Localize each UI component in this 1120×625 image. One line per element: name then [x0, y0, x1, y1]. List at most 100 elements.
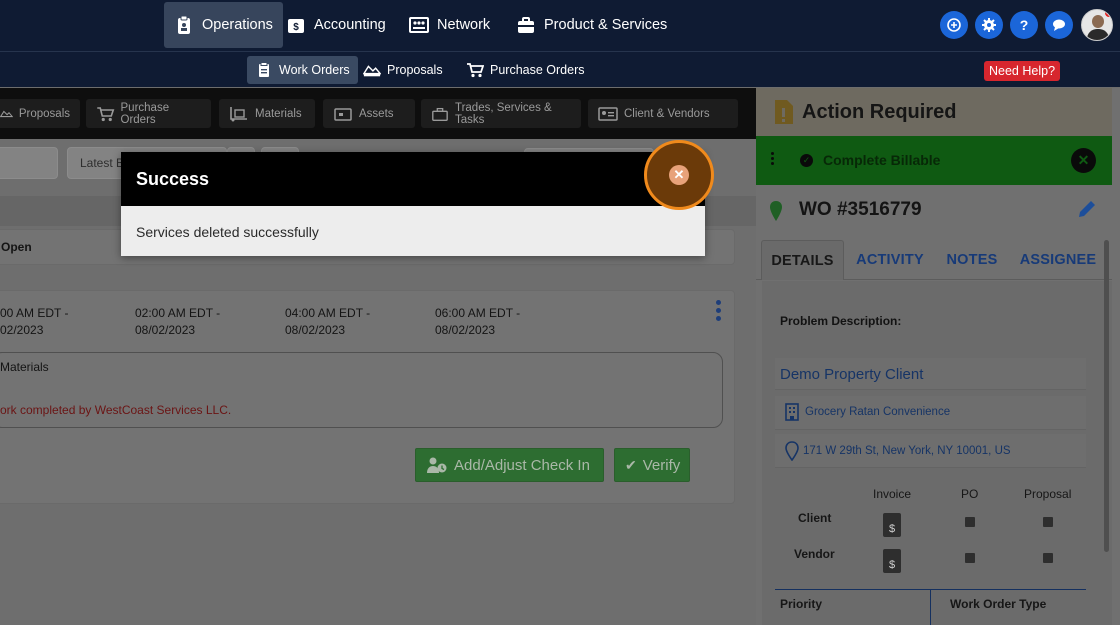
search-field[interactable]: [0, 147, 58, 179]
avatar[interactable]: [1081, 9, 1113, 41]
close-glyph: ✕: [673, 167, 685, 182]
nav-operations[interactable]: Operations: [164, 2, 283, 48]
time-3: 06:00 AM EDT -: [435, 306, 521, 320]
nav-product-services-label: Product & Services: [544, 17, 668, 33]
date-3: 08/02/2023: [435, 323, 496, 337]
add-adjust-checkin-button[interactable]: Add/Adjust Check In: [415, 448, 604, 482]
tab-assignee-label: ASSIGNEE: [1019, 252, 1097, 268]
briefcase-icon: [432, 107, 448, 121]
tab-client-vendors-label: Client & Vendors: [624, 107, 710, 120]
time-slot-3: 06:00 AM EDT - 08/02/2023: [435, 305, 520, 339]
client-invoice-icon[interactable]: $: [883, 513, 901, 537]
subnav-work-orders-label: Work Orders: [279, 63, 350, 77]
tab-materials[interactable]: Materials: [219, 99, 315, 128]
verify-button[interactable]: ✔ Verify: [614, 448, 690, 482]
clipboard-icon: [259, 62, 269, 77]
client-name[interactable]: Demo Property Client: [780, 366, 923, 383]
check-icon: ✔: [625, 456, 637, 473]
work-order-header: WO #3516779: [756, 186, 1112, 234]
network-icon: [409, 17, 429, 33]
status-label: Open: [1, 240, 32, 254]
tab-notes-label: NOTES: [946, 252, 998, 268]
client-invoice-glyph: $: [888, 523, 896, 535]
client-po-icon[interactable]: [965, 517, 975, 527]
time-slot-0: 00 AM EDT - 02/2023: [0, 305, 68, 339]
dollar-icon: $: [288, 19, 304, 33]
tab-purchase-orders[interactable]: Purchase Orders: [86, 99, 211, 128]
chat-icon[interactable]: [1045, 11, 1073, 39]
modal-header: Success: [121, 152, 705, 206]
proposal-icon: [363, 65, 381, 77]
tab-proposals-label: Proposals: [18, 107, 70, 120]
store-row: Grocery Ratan Convenience: [775, 396, 1086, 430]
tab-client-vendors[interactable]: Client & Vendors: [588, 99, 738, 128]
clipboard-icon: [178, 15, 190, 34]
time-0: 00 AM EDT -: [0, 306, 69, 320]
work-order-type-label: Work Order Type: [950, 597, 1047, 611]
drag-handle-icon[interactable]: [771, 152, 775, 165]
tab-trades-label: Trades, Services & Tasks: [454, 101, 552, 126]
modal-close-button[interactable]: ✕: [644, 140, 714, 210]
tab-purchase-orders-label: Purchase Orders: [120, 101, 170, 126]
nav-network[interactable]: Network: [399, 2, 500, 48]
nav-network-label: Network: [437, 17, 491, 33]
svg-text:$: $: [293, 22, 299, 33]
tab-assets[interactable]: Assets: [323, 99, 415, 128]
time-slot-1: 02:00 AM EDT - 08/02/2023: [135, 305, 220, 339]
nav-accounting[interactable]: $ Accounting: [276, 2, 396, 48]
briefcase-icon: [518, 17, 534, 33]
nav-operations-label: Operations: [202, 17, 273, 33]
tab-activity[interactable]: ACTIVITY: [850, 240, 930, 280]
time-2: 04:00 AM EDT -: [285, 306, 371, 320]
need-help-button[interactable]: Need Help?: [984, 61, 1061, 81]
modal-message: Services deleted successfully: [136, 224, 319, 240]
nav-product-services[interactable]: Product & Services: [506, 2, 677, 48]
more-options-icon[interactable]: [716, 300, 722, 324]
dolly-icon: [230, 106, 247, 121]
materials-label: Materials: [0, 360, 49, 374]
address-row: 171 W 29th St, New York, NY 10001, US: [775, 434, 1086, 468]
cart-icon: [467, 63, 484, 78]
vendor-po-icon[interactable]: [965, 553, 975, 563]
tab-materials-label: Materials: [255, 107, 302, 120]
subnav-purchase-orders[interactable]: Purchase Orders: [458, 56, 592, 84]
complete-billable-label: Complete Billable: [823, 152, 941, 168]
pencil-icon[interactable]: [1076, 198, 1098, 220]
vendor-invoice-icon[interactable]: $: [883, 549, 901, 573]
tab-trades-services-tasks[interactable]: Trades, Services & Tasks: [421, 99, 581, 128]
vendor-proposal-icon[interactable]: [1043, 553, 1053, 563]
plus-circle-icon[interactable]: [940, 11, 968, 39]
subnav-proposals[interactable]: Proposals: [355, 56, 451, 84]
vendor-invoice-glyph: $: [888, 559, 896, 571]
gear-icon[interactable]: [975, 11, 1003, 39]
time-slot-2: 04:00 AM EDT - 08/02/2023: [285, 305, 370, 339]
right-scrollbar[interactable]: [1104, 240, 1109, 552]
tab-assignee[interactable]: ASSIGNEE: [1016, 240, 1100, 280]
tab-proposals[interactable]: Proposals: [0, 99, 80, 128]
date-1: 08/02/2023: [135, 323, 196, 337]
subnav-work-orders[interactable]: Work Orders: [247, 56, 358, 84]
close-icon[interactable]: ✕: [1071, 148, 1096, 173]
invoice-header: Invoice: [873, 487, 912, 501]
tab-notes[interactable]: NOTES: [940, 240, 1004, 280]
check-circle-icon: ✓: [800, 154, 813, 167]
client-row-label: Client: [798, 511, 832, 525]
modal-title: Success: [136, 168, 210, 189]
client-proposal-icon[interactable]: [1043, 517, 1053, 527]
tab-details[interactable]: DETAILS: [761, 240, 844, 280]
tab-activity-label: ACTIVITY: [856, 252, 924, 268]
address-text[interactable]: 171 W 29th St, New York, NY 10001, US: [803, 445, 1011, 457]
id-card-icon: [598, 106, 618, 121]
time-1: 02:00 AM EDT -: [135, 306, 221, 320]
store-name[interactable]: Grocery Ratan Convenience: [805, 406, 950, 418]
tab-assets-label: Assets: [359, 107, 394, 120]
problem-description-label: Problem Description:: [780, 314, 902, 328]
tab-details-label: DETAILS: [771, 252, 834, 269]
add-checkin-label: Add/Adjust Check In: [454, 456, 590, 474]
date-2: 08/02/2023: [285, 323, 346, 337]
module-tabbar: Proposals Purchase Orders Materials Asse…: [0, 88, 756, 139]
question-icon[interactable]: ?: [1010, 11, 1038, 39]
top-navigation: Operations $ Accounting Network Product …: [0, 0, 1120, 51]
map-pin-icon: [770, 201, 782, 221]
nav-accounting-label: Accounting: [314, 17, 386, 33]
